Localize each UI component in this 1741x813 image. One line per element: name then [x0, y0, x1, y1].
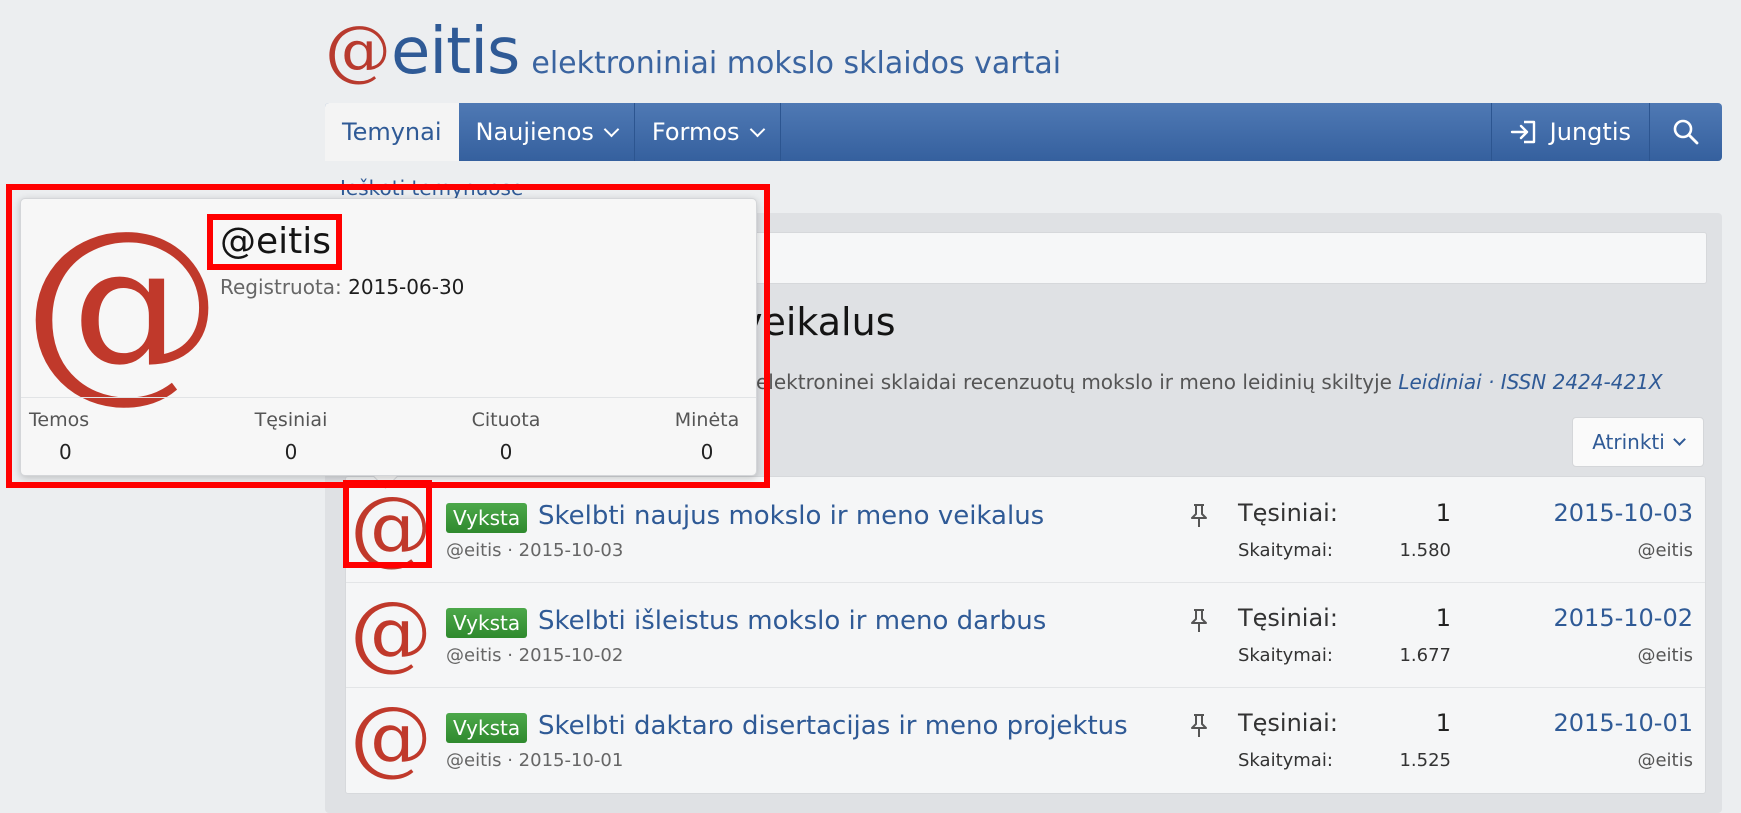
- status-badge: Vyksta: [446, 503, 528, 533]
- highlight-box-avatar: [343, 480, 432, 568]
- replies-count: 1: [1435, 709, 1451, 737]
- thread-row: @ Vyksta Skelbti išleistus mokslo ir men…: [346, 582, 1705, 688]
- nav-tab-label: Naujienos: [475, 118, 594, 146]
- views-count: 1.580: [1399, 540, 1451, 561]
- pin-icon: [1191, 504, 1207, 527]
- filter-button[interactable]: Atrinkti: [1572, 417, 1704, 467]
- avatar[interactable]: @: [350, 697, 432, 779]
- thread-row: @ Vyksta Skelbti daktaro disertacijas ir…: [346, 687, 1705, 792]
- views-label: Skaitymai:: [1238, 645, 1333, 666]
- highlight-box-name: [207, 214, 342, 270]
- avatar[interactable]: @: [350, 592, 432, 674]
- thread-title-link[interactable]: Skelbti daktaro disertacijas ir meno pro…: [538, 711, 1128, 741]
- last-post-user[interactable]: @eitis: [1637, 750, 1693, 771]
- status-badge: Vyksta: [446, 608, 528, 638]
- main-navigation: Temynai Naujienos Formos Jungtis: [325, 103, 1722, 161]
- replies-label: Tęsiniai:: [1238, 499, 1338, 527]
- thread-meta: @eitis · 2015-10-02: [446, 645, 624, 666]
- thread-list: @ Vyksta Skelbti naujus mokslo ir meno v…: [345, 476, 1706, 794]
- pin-icon: [1191, 714, 1207, 737]
- last-post-date[interactable]: 2015-10-01: [1554, 709, 1693, 737]
- thread-title-link[interactable]: Skelbti naujus mokslo ir meno veikalus: [538, 501, 1044, 531]
- thread-title-link[interactable]: Skelbti išleistus mokslo ir meno darbus: [538, 606, 1046, 636]
- logo-wordmark: eitis: [391, 15, 520, 89]
- nav-tab-formos[interactable]: Formos: [635, 103, 781, 161]
- last-post-user[interactable]: @eitis: [1637, 645, 1693, 666]
- chevron-down-icon[interactable]: [603, 121, 620, 137]
- nav-tab-naujienos[interactable]: Naujienos: [459, 103, 635, 161]
- replies-count: 1: [1435, 499, 1451, 527]
- chevron-down-icon: [1672, 433, 1686, 446]
- replies-label: Tęsiniai:: [1238, 604, 1338, 632]
- views-count: 1.525: [1399, 750, 1451, 771]
- login-button[interactable]: Jungtis: [1490, 103, 1649, 161]
- last-post-date[interactable]: 2015-10-02: [1554, 604, 1693, 632]
- login-label: Jungtis: [1549, 118, 1631, 146]
- nav-tab-label: Formos: [651, 118, 740, 146]
- logo-at-symbol: @: [325, 12, 391, 89]
- status-badge: Vyksta: [446, 713, 528, 743]
- views-label: Skaitymai:: [1238, 750, 1333, 771]
- nav-tab-label: Temynai: [342, 118, 442, 146]
- nav-tab-temynai[interactable]: Temynai: [325, 103, 459, 161]
- search-button[interactable]: [1649, 103, 1722, 161]
- chevron-down-icon[interactable]: [749, 121, 765, 137]
- forum-description-text: elektroninei sklaidai recenzuotų mokslo …: [756, 370, 1392, 394]
- site-logo[interactable]: @ eitis elektroniniai mokslo sklaidos va…: [325, 18, 1061, 88]
- last-post-date[interactable]: 2015-10-03: [1554, 499, 1693, 527]
- replies-label: Tęsiniai:: [1238, 709, 1338, 737]
- filter-label: Atrinkti: [1592, 430, 1665, 454]
- replies-count: 1: [1435, 604, 1451, 632]
- thread-meta: @eitis · 2015-10-01: [446, 750, 624, 771]
- highlight-box-card: [6, 184, 770, 488]
- thread-row: @ Vyksta Skelbti naujus mokslo ir meno v…: [346, 477, 1705, 583]
- thread-meta: @eitis · 2015-10-03: [446, 540, 624, 561]
- publications-link[interactable]: Leidiniai · ISSN 2424-421X: [1398, 370, 1662, 394]
- last-post-user[interactable]: @eitis: [1637, 540, 1693, 561]
- search-icon: [1673, 119, 1699, 145]
- views-label: Skaitymai:: [1238, 540, 1333, 561]
- site-tagline: elektroniniai mokslo sklaidos vartai: [531, 46, 1062, 81]
- pin-icon: [1191, 609, 1207, 632]
- login-icon: [1510, 120, 1535, 144]
- views-count: 1.677: [1399, 645, 1451, 666]
- forum-description: elektroninei sklaidai recenzuotų mokslo …: [756, 370, 1663, 394]
